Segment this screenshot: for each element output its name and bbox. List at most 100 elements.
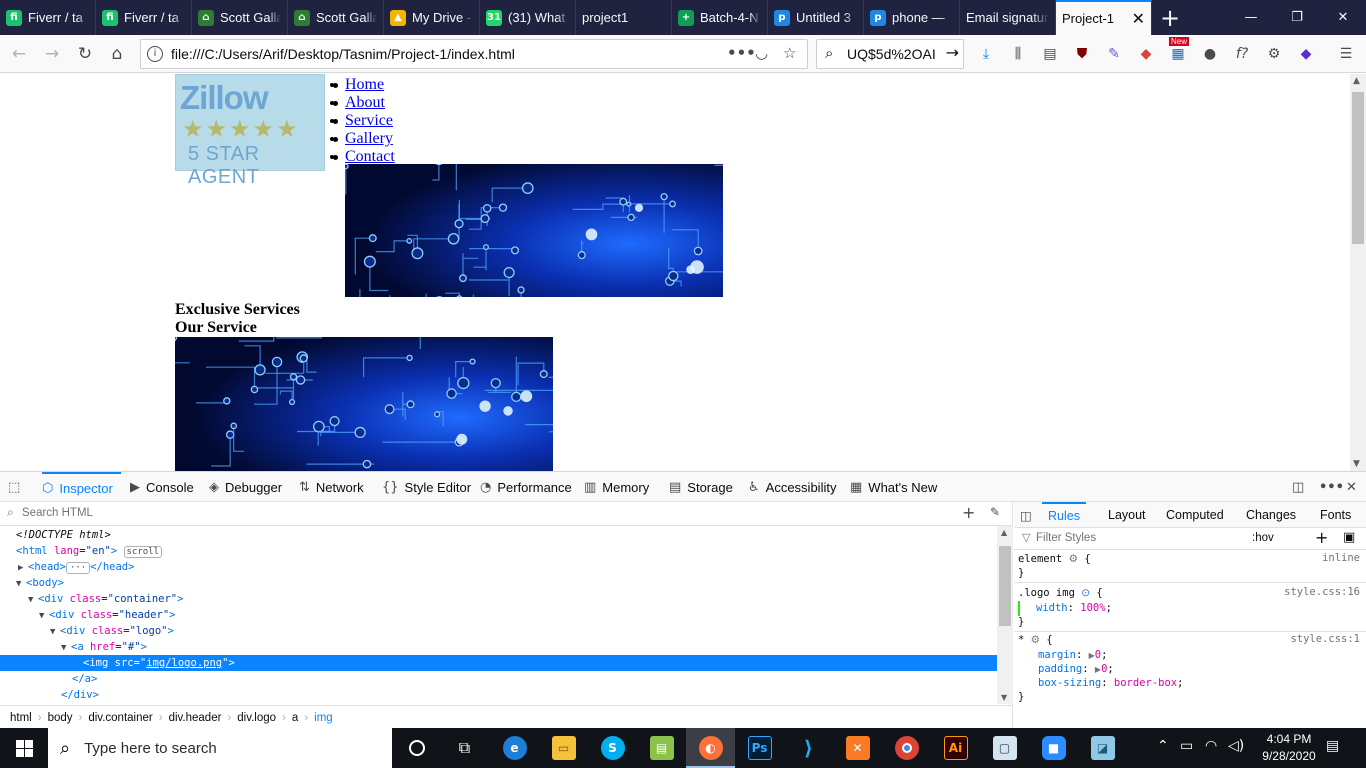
library-icon[interactable]: ⫼ bbox=[1007, 43, 1029, 65]
page-scrollbar-thumb[interactable] bbox=[1352, 92, 1364, 244]
restore-button[interactable]: ❐ bbox=[1274, 0, 1320, 35]
devtools-close-icon[interactable]: ✕ bbox=[1346, 472, 1363, 502]
devtools-tab-accessibility[interactable]: ♿ Accessibility bbox=[748, 472, 844, 502]
rule-universal[interactable]: * ⚙ { bbox=[1018, 633, 1053, 648]
url-text[interactable]: file:///C:/Users/Arif/Desktop/Tasnim/Pro… bbox=[171, 46, 515, 62]
gear-icon[interactable]: ⚙ bbox=[1069, 553, 1078, 565]
breadcrumb-item[interactable]: div.container bbox=[88, 712, 152, 724]
tool-app-icon[interactable]: ◪ bbox=[1078, 728, 1127, 768]
battery-icon[interactable]: ▭ bbox=[1180, 738, 1193, 754]
browser-tab[interactable]: ⌂ Scott Galla bbox=[288, 0, 384, 35]
browser-tab[interactable]: p phone — bbox=[864, 0, 960, 35]
minimize-button[interactable]: — bbox=[1228, 0, 1274, 35]
scroll-down-icon[interactable]: ▼ bbox=[1353, 459, 1360, 469]
search-go-arrow-icon[interactable]: → bbox=[946, 43, 959, 62]
settings-gear-icon[interactable]: ⚙ bbox=[1263, 43, 1285, 65]
declaration-padding[interactable]: padding: ▶0; bbox=[1038, 662, 1114, 677]
file-explorer-icon[interactable]: ▭ bbox=[539, 728, 588, 768]
browser-tab[interactable]: p Untitled 3 bbox=[768, 0, 864, 35]
notepad-plus-icon[interactable]: ▤ bbox=[637, 728, 686, 768]
expand-arrow-icon[interactable]: ▶ bbox=[1089, 651, 1095, 660]
collapse-arrow-icon[interactable]: ▼ bbox=[39, 608, 49, 624]
gear-icon[interactable]: ⚙ bbox=[1031, 634, 1040, 646]
edge-icon[interactable]: e bbox=[490, 728, 539, 768]
declaration-box-sizing[interactable]: box-sizing: border-box; bbox=[1038, 676, 1183, 691]
windows-start-icon[interactable] bbox=[0, 728, 48, 768]
close-tab-icon[interactable]: ✕ bbox=[1132, 9, 1145, 29]
site-info-icon[interactable]: i bbox=[147, 46, 163, 62]
element-picker-icon[interactable]: ⬚ bbox=[8, 472, 26, 502]
volume-icon[interactable]: ◁) bbox=[1228, 738, 1244, 754]
home-icon[interactable]: ⌂ bbox=[103, 41, 131, 67]
back-arrow-icon[interactable]: ← bbox=[5, 41, 33, 67]
vscode-icon[interactable]: ⟩ bbox=[784, 728, 833, 768]
zoom-icon[interactable]: ■ bbox=[1029, 728, 1078, 768]
firefox-icon[interactable]: ◐ bbox=[686, 728, 735, 768]
reload-icon[interactable]: ↻ bbox=[71, 41, 99, 67]
rule-source-style-css-16[interactable]: style.css:16 bbox=[1284, 586, 1360, 598]
notifications-icon[interactable]: ▤ bbox=[1326, 738, 1339, 754]
eyedropper-icon[interactable]: ✎ bbox=[1103, 43, 1125, 65]
markup-line-a[interactable]: ▼ <a href="#"> bbox=[0, 639, 997, 655]
sidebar-toggle-icon[interactable]: ▤ bbox=[1039, 43, 1061, 65]
devtools-tab-memory[interactable]: ▥ Memory bbox=[584, 472, 657, 502]
collapsed-content-icon[interactable]: ··· bbox=[65, 562, 91, 574]
search-input-value[interactable]: UQ$5d%2OAI bbox=[847, 46, 936, 62]
browser-tab[interactable]: Email signatur bbox=[960, 0, 1056, 35]
breadcrumb-item[interactable]: html bbox=[10, 712, 32, 724]
collapse-arrow-icon[interactable]: ▼ bbox=[61, 640, 71, 656]
markup-scrollbar-thumb[interactable] bbox=[999, 546, 1011, 626]
wifi-icon[interactable]: ◠ bbox=[1205, 738, 1217, 754]
url-bar[interactable]: i file:///C:/Users/Arif/Desktop/Tasnim/P… bbox=[140, 39, 808, 69]
search-html-field[interactable]: ⌕ Search HTML + ✎ bbox=[0, 502, 1013, 526]
markup-line-div-close[interactable]: </div> bbox=[0, 687, 997, 703]
taskbar-search-box[interactable]: ⌕ Type here to search bbox=[48, 728, 392, 768]
photoshop-icon[interactable]: Ps bbox=[735, 728, 784, 768]
markup-line-doctype[interactable]: <!DOCTYPE html> bbox=[0, 527, 997, 543]
filter-styles-input[interactable]: Filter Styles bbox=[1036, 532, 1096, 544]
rules-tab-layout[interactable]: Layout bbox=[1102, 502, 1152, 528]
toggle-pane-icon[interactable]: ◫ bbox=[1020, 502, 1032, 528]
print-media-icon[interactable]: ▣ bbox=[1343, 530, 1355, 545]
devtools-tab-what-s-new[interactable]: ▦ What's New bbox=[850, 472, 945, 502]
downloads-icon[interactable]: ⤓ bbox=[975, 43, 997, 65]
cortana-icon[interactable] bbox=[392, 728, 441, 768]
hov-toggle[interactable]: :hov bbox=[1252, 532, 1274, 544]
chrome-icon[interactable] bbox=[882, 728, 931, 768]
page-actions-icon[interactable]: ••• bbox=[727, 44, 756, 62]
task-view-icon[interactable]: ⧉ bbox=[440, 728, 489, 768]
highlight-target-icon[interactable]: ⊙ bbox=[1081, 587, 1090, 599]
markup-scrollbar[interactable]: ▲ ▼ bbox=[997, 526, 1013, 704]
devtools-tab-console[interactable]: ▶ Console bbox=[130, 472, 202, 502]
breadcrumb-item[interactable]: div.header bbox=[169, 712, 222, 724]
browser-tab[interactable]: + Batch-4-N bbox=[672, 0, 768, 35]
rules-tab-fonts[interactable]: Fonts bbox=[1314, 502, 1357, 528]
declaration-width[interactable]: width: 100%; bbox=[1018, 601, 1112, 616]
collapse-arrow-icon[interactable]: ▼ bbox=[16, 576, 26, 592]
new-tab-button[interactable]: + bbox=[1152, 0, 1188, 35]
markup-line-body[interactable]: ▼ <body> bbox=[0, 575, 997, 591]
breadcrumb-item[interactable]: img bbox=[314, 712, 333, 724]
devtools-tab-inspector[interactable]: ⬡ Inspector bbox=[42, 472, 121, 502]
illustrator-icon[interactable]: Ai bbox=[931, 728, 980, 768]
ublock-origin-icon[interactable]: ⛊ bbox=[1071, 43, 1093, 65]
browser-tab[interactable]: fi Fiverr / ta bbox=[0, 0, 96, 35]
markup-line-div-header[interactable]: ▼ <div class="header"> bbox=[0, 607, 997, 623]
show-hidden-icons-icon[interactable]: ⌃ bbox=[1157, 738, 1169, 754]
rule-logo-img[interactable]: .logo img ⊙ { bbox=[1018, 586, 1103, 601]
scroll-badge[interactable]: scroll bbox=[123, 546, 163, 558]
markup-line-html[interactable]: <html lang="en"> scroll bbox=[0, 543, 997, 559]
markup-line-head[interactable]: ▶ <head> ··· </head> bbox=[0, 559, 997, 575]
menu-link-service[interactable]: Service bbox=[345, 112, 393, 129]
zillow-logo[interactable]: Zillow ★★★★★ 5 STAR AGENT bbox=[175, 74, 325, 188]
devtools-tab-style-editor[interactable]: {} Style Editor bbox=[382, 472, 479, 502]
rules-tab-rules[interactable]: Rules bbox=[1042, 502, 1086, 528]
hamburger-menu-icon[interactable]: ☰ bbox=[1335, 43, 1357, 65]
expand-arrow-icon[interactable]: ▶ bbox=[18, 560, 28, 576]
search-bar[interactable]: ⌕ UQ$5d%2OAI → bbox=[816, 39, 964, 69]
code-editor-icon[interactable]: ▢ bbox=[980, 728, 1029, 768]
rule-source-style-css-1[interactable]: style.css:1 bbox=[1290, 633, 1360, 645]
menu-link-gallery[interactable]: Gallery bbox=[345, 130, 393, 147]
taskbar-search-placeholder[interactable]: Type here to search bbox=[84, 740, 217, 757]
search-html-placeholder[interactable]: Search HTML bbox=[22, 507, 93, 519]
